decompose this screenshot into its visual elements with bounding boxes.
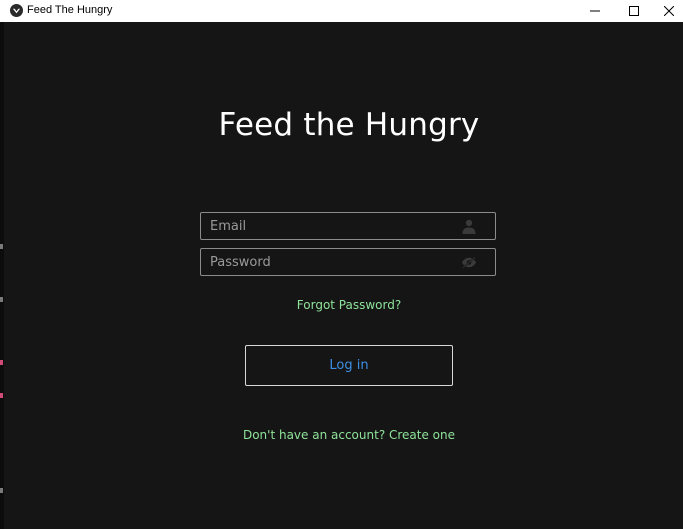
edge-mark (0, 393, 3, 398)
email-field[interactable] (200, 212, 496, 240)
close-icon (663, 6, 674, 16)
title-bar[interactable]: Feed The Hungry (0, 0, 683, 22)
edge-mark (0, 488, 3, 493)
app-logo-icon (10, 4, 23, 17)
password-input[interactable] (210, 251, 450, 273)
page-title: Feed the Hungry (218, 107, 480, 143)
window-title: Feed The Hungry (27, 4, 113, 16)
email-input[interactable] (210, 215, 450, 237)
minimize-icon (590, 6, 600, 16)
user-icon (461, 218, 477, 234)
password-field[interactable] (200, 248, 496, 276)
background-window-edge (0, 22, 4, 529)
edge-mark (0, 244, 3, 249)
app-window: Feed The Hungry Feed the Hungry Email Fo… (0, 0, 683, 529)
forgot-password-link[interactable]: Forgot Password? (0, 298, 683, 312)
create-account-link[interactable]: Don't have an account? Create one (0, 428, 683, 442)
login-button-label: Log in (329, 358, 369, 373)
minimize-button[interactable] (575, 0, 615, 22)
eye-off-icon[interactable] (461, 254, 477, 270)
edge-mark (0, 360, 3, 365)
close-button[interactable] (654, 0, 683, 22)
maximize-icon (629, 6, 639, 16)
maximize-button[interactable] (614, 0, 654, 22)
login-button[interactable]: Log in (245, 345, 453, 386)
